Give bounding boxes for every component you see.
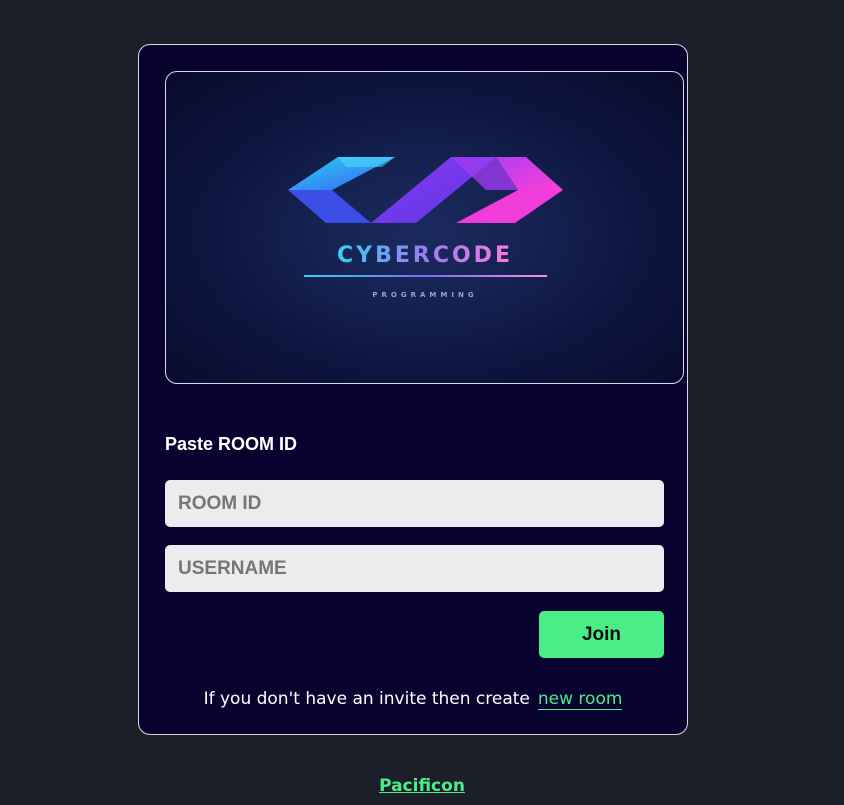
footer-link[interactable]: Pacificon	[379, 776, 465, 796]
invite-text: If you don't have an invite then create	[203, 689, 530, 709]
new-room-link[interactable]: new room	[537, 689, 623, 710]
join-button[interactable]: Join	[539, 611, 664, 658]
logo-subtitle: PROGRAMMING	[372, 291, 477, 299]
logo-title: CYBERCODE	[337, 243, 513, 268]
invite-message: If you don't have an invite then create n…	[139, 687, 687, 711]
cybercode-logo: CYBERCODE PROGRAMMING	[288, 157, 563, 299]
room-id-input[interactable]	[165, 480, 664, 527]
logo-banner: CYBERCODE PROGRAMMING	[165, 71, 684, 384]
footer: Pacificon	[0, 774, 844, 798]
username-input[interactable]	[165, 545, 664, 592]
form-title: Paste ROOM ID	[165, 434, 298, 454]
join-room-card: CYBERCODE PROGRAMMING Paste ROOM ID Join…	[138, 44, 688, 735]
